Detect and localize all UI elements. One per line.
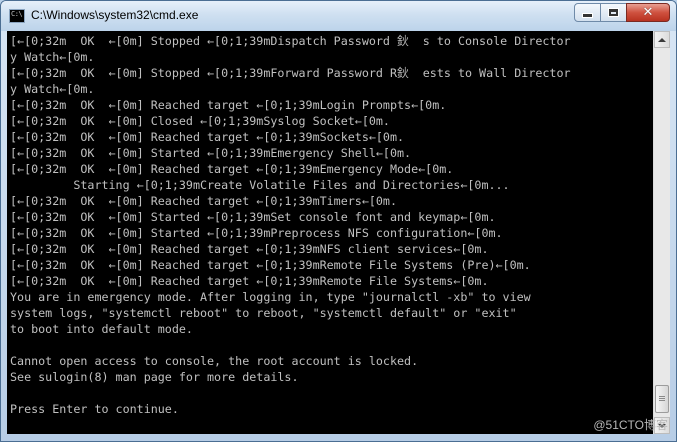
arrow-up-icon bbox=[658, 37, 666, 42]
console-line: Cannot open access to console, the root … bbox=[10, 354, 419, 368]
console-line: [←[0;32m OK ←[0m] Reached target ←[0;1;3… bbox=[10, 98, 447, 112]
maximize-button[interactable] bbox=[600, 3, 627, 22]
scrollbar-thumb[interactable] bbox=[655, 385, 669, 413]
close-button[interactable]: ✕ bbox=[626, 3, 670, 22]
window-title: C:\Windows\system32\cmd.exe bbox=[31, 8, 199, 22]
cmd-app-icon[interactable]: C:\ bbox=[9, 9, 25, 23]
console-line: [←[0;32m OK ←[0m] Reached target ←[0;1;3… bbox=[10, 130, 405, 144]
cmd-window: C:\ C:\Windows\system32\cmd.exe ✕ [←[0;3… bbox=[0, 0, 677, 442]
watermark: @51CTO博客 bbox=[593, 418, 668, 432]
console-line: [←[0;32m OK ←[0m] Stopped ←[0;1;39mForwa… bbox=[10, 66, 571, 80]
cmd-app-icon-label: C:\ bbox=[11, 10, 23, 18]
close-icon: ✕ bbox=[642, 5, 654, 20]
console-line: [←[0;32m OK ←[0m] Reached target ←[0;1;3… bbox=[10, 274, 489, 288]
console-line: [←[0;32m OK ←[0m] Closed ←[0;1;39mSyslog… bbox=[10, 114, 390, 128]
window-controls: ✕ bbox=[574, 3, 670, 23]
scroll-up-button[interactable] bbox=[654, 31, 670, 48]
console-text: [←[0;32m OK ←[0m] Stopped ←[0;1;39mDispa… bbox=[7, 31, 653, 417]
console-line: [←[0;32m OK ←[0m] Started ←[0;1;39mSet c… bbox=[10, 210, 496, 224]
console-line: [←[0;32m OK ←[0m] Reached target ←[0;1;3… bbox=[10, 258, 531, 272]
console-line: [←[0;32m OK ←[0m] Reached target ←[0;1;3… bbox=[10, 242, 489, 256]
console-line: [←[0;32m OK ←[0m] Reached target ←[0;1;3… bbox=[10, 162, 454, 176]
console-line: y Watch←[0m. bbox=[10, 50, 95, 64]
vertical-scrollbar[interactable] bbox=[653, 31, 670, 434]
maximize-icon bbox=[608, 8, 619, 17]
minimize-icon bbox=[582, 13, 593, 18]
console-line: [←[0;32m OK ←[0m] Started ←[0;1;39mEmerg… bbox=[10, 146, 412, 160]
console-line: Press Enter to continue. bbox=[10, 402, 179, 416]
title-bar[interactable]: C:\ C:\Windows\system32\cmd.exe ✕ bbox=[1, 1, 676, 31]
console-line: You are in emergency mode. After logging… bbox=[10, 290, 531, 304]
minimize-button[interactable] bbox=[574, 3, 601, 22]
console-line: system logs, "systemctl reboot" to reboo… bbox=[10, 306, 517, 320]
console-line: Starting ←[0;1;39mCreate Volatile Files … bbox=[10, 178, 510, 192]
console-line: [←[0;32m OK ←[0m] Started ←[0;1;39mPrepr… bbox=[10, 226, 503, 240]
console-line: See sulogin(8) man page for more details… bbox=[10, 370, 299, 384]
console-line: to boot into default mode. bbox=[10, 322, 193, 336]
console-output[interactable]: [←[0;32m OK ←[0m] Stopped ←[0;1;39mDispa… bbox=[7, 31, 653, 434]
console-line: y Watch←[0m. bbox=[10, 82, 95, 96]
console-line: [←[0;32m OK ←[0m] Stopped ←[0;1;39mDispa… bbox=[10, 34, 571, 48]
console-line: [←[0;32m OK ←[0m] Reached target ←[0;1;3… bbox=[10, 194, 398, 208]
